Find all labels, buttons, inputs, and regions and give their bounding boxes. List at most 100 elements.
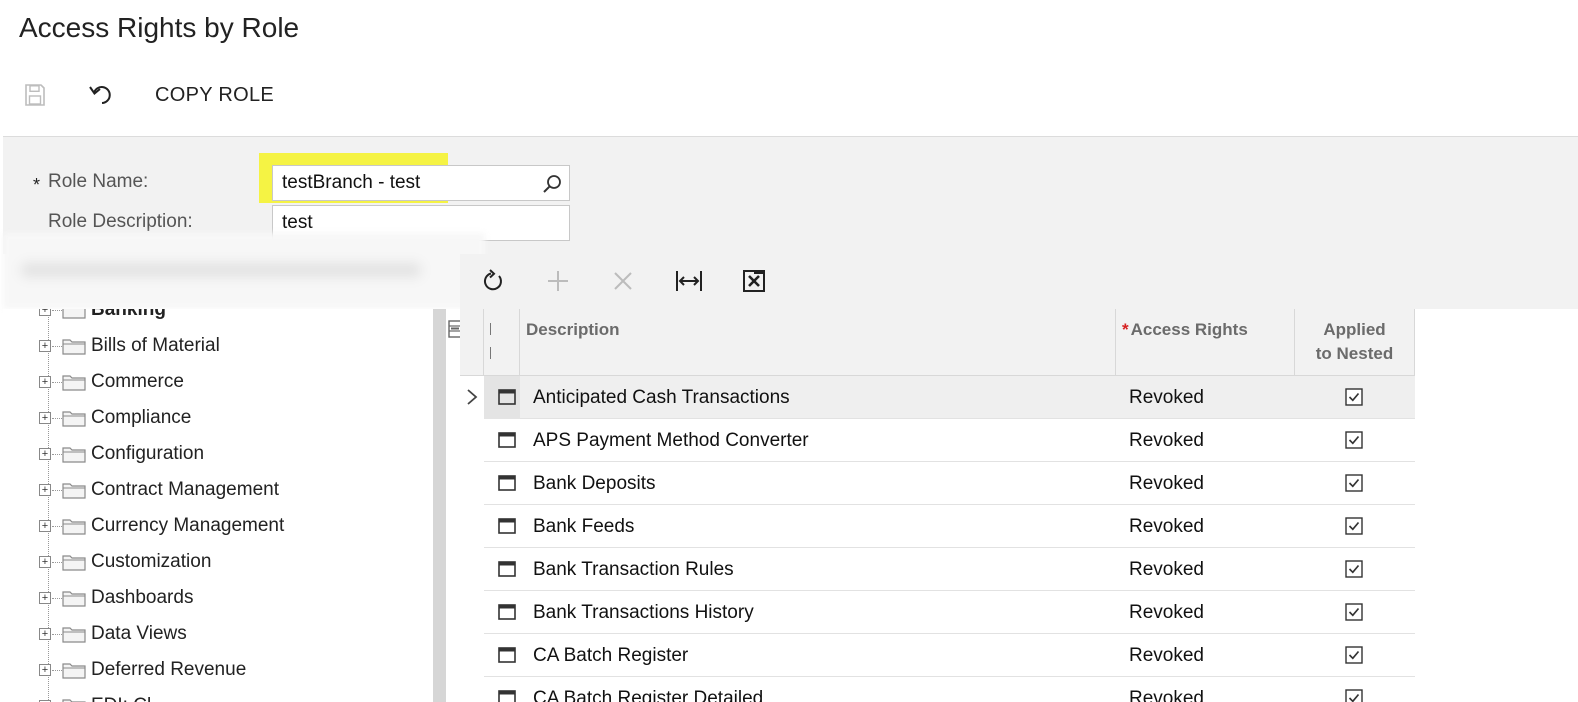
table-row[interactable]: CA Batch Register Detailed Revoked	[460, 677, 1415, 702]
fit-columns-icon	[676, 271, 702, 291]
tree-item[interactable]: + Dashboards	[3, 580, 433, 616]
tree-item[interactable]: + Banking	[3, 309, 433, 328]
row-access-rights[interactable]: Revoked	[1129, 688, 1204, 702]
chevron-right-icon	[467, 389, 478, 405]
table-row[interactable]: Bank Transaction Rules Revoked	[460, 548, 1415, 591]
tree-item[interactable]: + Commerce	[3, 364, 433, 400]
checkbox-checked-icon	[1345, 474, 1363, 492]
page-title: Access Rights by Role	[19, 12, 300, 43]
fit-columns-button[interactable]	[674, 266, 704, 296]
add-icon	[548, 271, 568, 291]
role-name-value: testBranch - test	[282, 172, 421, 193]
tree-item-label: Contract Management	[91, 479, 279, 500]
export-excel-button[interactable]	[739, 266, 769, 296]
module-tree: + Banking + Bills of Material + Commerce + Comp…	[3, 309, 433, 702]
tree-item-label: Data Views	[91, 623, 187, 644]
checkbox-checked-icon	[1345, 603, 1363, 621]
applied-checkbox[interactable]	[1345, 689, 1363, 702]
expand-icon[interactable]: +	[39, 628, 51, 640]
blurred-region	[3, 233, 485, 309]
applied-checkbox[interactable]	[1345, 431, 1363, 449]
row-description: Bank Transactions History	[533, 602, 754, 623]
table-row[interactable]: CA Batch Register Revoked	[460, 634, 1415, 677]
screen-icon	[498, 604, 516, 620]
row-access-rights[interactable]: Revoked	[1129, 430, 1204, 452]
expand-icon[interactable]: +	[39, 556, 51, 568]
row-access-rights[interactable]: Revoked	[1129, 559, 1204, 581]
applied-checkbox[interactable]	[1345, 560, 1363, 578]
screen-icon	[498, 518, 516, 534]
tree-item[interactable]: + Compliance	[3, 400, 433, 436]
expand-icon[interactable]: +	[39, 448, 51, 460]
grid-header: Description * Access Rights Applied to Ne…	[460, 309, 1415, 376]
row-description: CA Batch Register	[533, 645, 689, 666]
undo-button[interactable]	[84, 80, 118, 110]
main-toolbar: COPY ROLE	[0, 72, 1578, 118]
access-rights-header-label: Access Rights	[1130, 320, 1248, 339]
row-selector[interactable]	[460, 462, 484, 505]
table-row[interactable]: Bank Transactions History Revoked	[460, 591, 1415, 634]
column-header-access-rights[interactable]: * Access Rights	[1116, 309, 1295, 376]
row-access-rights[interactable]: Revoked	[1129, 602, 1204, 624]
panel-splitter[interactable]	[433, 309, 446, 702]
search-icon	[543, 175, 561, 193]
expand-icon[interactable]: +	[39, 520, 51, 532]
column-header-description[interactable]: Description	[520, 309, 1116, 376]
applied-header-line1: Applied	[1323, 320, 1386, 339]
folder-icon	[62, 447, 86, 463]
row-selector[interactable]	[460, 677, 484, 702]
tree-item-label: Compliance	[91, 407, 192, 428]
tree-item[interactable]: + Contract Management	[3, 472, 433, 508]
row-access-rights[interactable]: Revoked	[1129, 387, 1204, 409]
row-selector[interactable]	[460, 376, 484, 419]
row-selector[interactable]	[460, 419, 484, 462]
folder-icon	[62, 627, 86, 643]
folder-icon	[62, 555, 86, 571]
search-button[interactable]	[541, 173, 563, 195]
table-row[interactable]: Bank Feeds Revoked	[460, 505, 1415, 548]
tree-item[interactable]: + Bills of Material	[3, 328, 433, 364]
applied-checkbox[interactable]	[1345, 603, 1363, 621]
copy-role-button[interactable]: COPY ROLE	[155, 80, 274, 110]
row-selector[interactable]	[460, 634, 484, 677]
row-access-rights[interactable]: Revoked	[1129, 473, 1204, 495]
tree-item[interactable]: + Configuration	[3, 436, 433, 472]
row-selector[interactable]	[460, 505, 484, 548]
table-row[interactable]: APS Payment Method Converter Revoked	[460, 419, 1415, 462]
delete-row-button[interactable]	[608, 266, 638, 296]
row-selector[interactable]	[460, 548, 484, 591]
refresh-button[interactable]	[478, 266, 508, 296]
row-description: Anticipated Cash Transactions	[533, 387, 790, 408]
tree-item[interactable]: + Deferred Revenue	[3, 652, 433, 688]
row-access-rights[interactable]: Revoked	[1129, 516, 1204, 538]
expand-icon[interactable]: +	[39, 340, 51, 352]
tree-item[interactable]: + Data Views	[3, 616, 433, 652]
tree-item[interactable]: +EDI: Cl...	[3, 688, 433, 702]
add-row-button[interactable]	[543, 266, 573, 296]
header-icon-column[interactable]	[484, 309, 520, 376]
folder-icon	[62, 375, 86, 391]
column-header-applied-to-nested[interactable]: Applied to Nested	[1295, 309, 1415, 376]
checkbox-checked-icon	[1345, 689, 1363, 702]
role-name-field[interactable]: testBranch - test	[272, 165, 570, 201]
row-selector[interactable]	[460, 591, 484, 634]
table-row[interactable]: Anticipated Cash Transactions Revoked	[460, 376, 1415, 419]
screen-icon	[498, 432, 516, 448]
applied-checkbox[interactable]	[1345, 474, 1363, 492]
expand-icon[interactable]: +	[39, 309, 51, 316]
expand-icon[interactable]: +	[39, 376, 51, 388]
tree-item[interactable]: + Currency Management	[3, 508, 433, 544]
tree-item[interactable]: + Customization	[3, 544, 433, 580]
screen-icon	[498, 389, 516, 405]
expand-icon[interactable]: +	[39, 484, 51, 496]
applied-checkbox[interactable]	[1345, 388, 1363, 406]
expand-icon[interactable]: +	[39, 592, 51, 604]
table-row[interactable]: Bank Deposits Revoked	[460, 462, 1415, 505]
row-access-rights[interactable]: Revoked	[1129, 645, 1204, 667]
folder-icon	[62, 483, 86, 499]
applied-checkbox[interactable]	[1345, 517, 1363, 535]
expand-icon[interactable]: +	[39, 664, 51, 676]
save-button[interactable]	[20, 80, 50, 110]
applied-checkbox[interactable]	[1345, 646, 1363, 664]
expand-icon[interactable]: +	[39, 412, 51, 424]
